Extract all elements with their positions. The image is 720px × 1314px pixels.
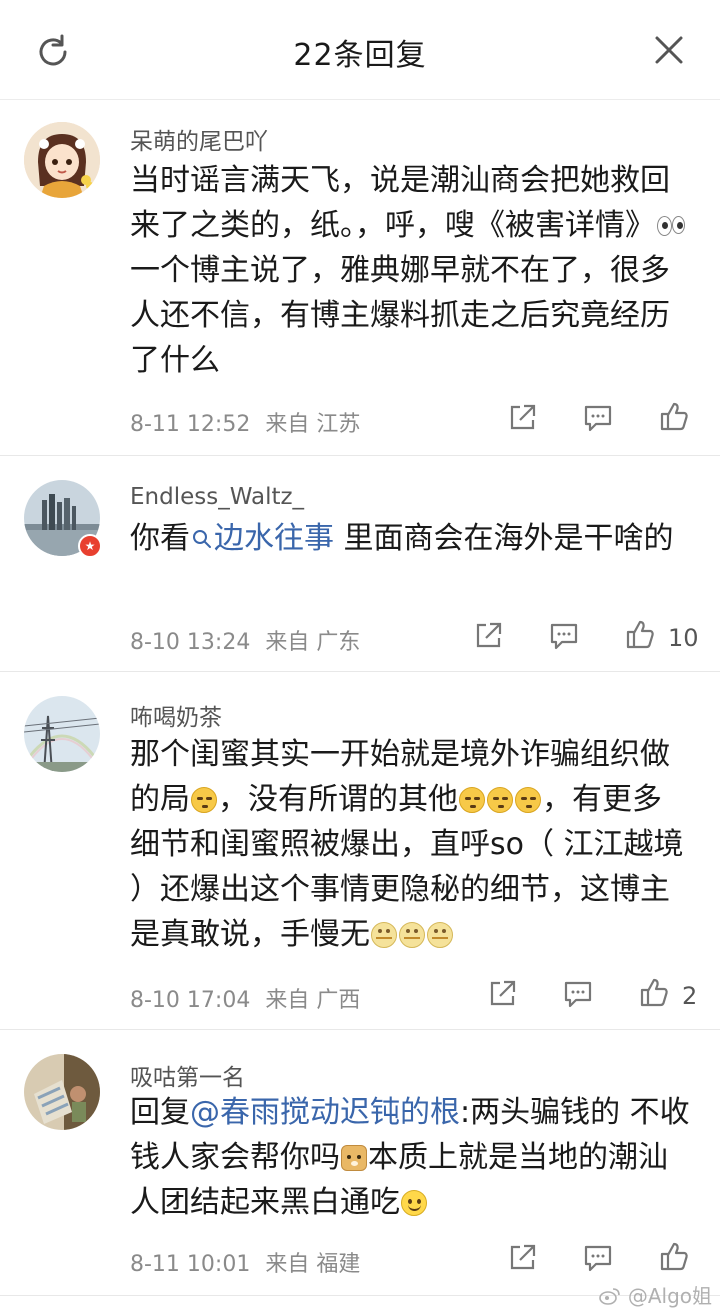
share-icon[interactable] <box>506 1242 538 1274</box>
zipped-mouth-emoji-icon <box>399 922 425 948</box>
like-icon[interactable] <box>658 1240 690 1272</box>
comment-text: 当时谣言满天飞，说是潮汕商会把她救回来了之类的，纸。，呼，嗖《被害详情》 一个博主… <box>130 158 690 383</box>
doge-emoji-icon <box>341 1145 367 1171</box>
zipped-mouth-emoji-icon <box>371 922 397 948</box>
comment-time: 8-11 12:52 <box>130 412 251 437</box>
comment-text: 你看 边水往事 里面商会在海外是干啥的 <box>130 521 674 556</box>
like-icon[interactable] <box>624 618 656 650</box>
like-count: 10 <box>668 624 699 652</box>
reply-comment-icon[interactable] <box>548 620 580 652</box>
comment-item: 吸咕第一名 回复@春雨搅动迟钝的根:两头骗钱的 不收钱人家会帮你吗 本质上就是当地… <box>0 1030 720 1296</box>
search-icon <box>193 530 211 548</box>
header-bar: 22条回复 <box>0 0 720 100</box>
avatar[interactable] <box>24 122 100 198</box>
comment-meta: 8-11 12:52 来自 江苏 <box>130 406 368 438</box>
smirk-emoji-icon <box>487 787 513 813</box>
watermark: @Algo姐 <box>599 1280 712 1309</box>
comment-location: 来自 广东 <box>265 630 361 655</box>
weibo-logo-icon <box>599 1288 621 1305</box>
comment-text: 那个闺蜜其实一开始就是境外诈骗组织做的局 ，没有所谓的其他 ，有更多细节和闺蜜照被爆… <box>130 737 684 952</box>
comment-location: 来自 福建 <box>265 1252 361 1277</box>
mention-link[interactable]: @春雨搅动迟钝的根 <box>190 1095 460 1130</box>
page-title: 22条回复 <box>293 38 427 73</box>
comment-meta: 8-10 17:04 来自 广西 <box>130 982 368 1014</box>
comment-text: 回复@春雨搅动迟钝的根:两头骗钱的 不收钱人家会帮你吗 本质上就是当地的潮汕人团结… <box>130 1095 690 1220</box>
comment-item: 呆萌的尾巴吖 当时谣言满天飞，说是潮汕商会把她救回来了之类的，纸。，呼，嗖《被害… <box>0 100 720 456</box>
comment-item: ★ Endless_Waltz_ 你看 边水往事 里面商会在海外是干啥的 8-10… <box>0 456 720 672</box>
reply-comment-icon[interactable] <box>582 1242 614 1274</box>
share-icon[interactable] <box>472 620 504 652</box>
zipped-mouth-emoji-icon <box>427 922 453 948</box>
smirk-emoji-icon <box>459 787 485 813</box>
comment-location: 来自 江苏 <box>265 412 361 437</box>
verified-badge-icon: ★ <box>78 534 102 558</box>
reply-comment-icon[interactable] <box>582 402 614 434</box>
smirk-emoji-icon <box>191 787 217 813</box>
comment-time: 8-10 13:24 <box>130 630 251 655</box>
share-icon[interactable] <box>486 978 518 1010</box>
comment-meta: 8-10 13:24 来自 广东 <box>130 624 368 656</box>
close-icon[interactable] <box>652 33 686 67</box>
like-icon[interactable] <box>658 400 690 432</box>
comment-username[interactable]: 吸咕第一名 <box>130 1058 245 1092</box>
share-icon[interactable] <box>506 402 538 434</box>
comment-time: 8-11 10:01 <box>130 1252 251 1277</box>
comment-username[interactable]: Endless_Waltz_ <box>130 484 304 510</box>
avatar[interactable] <box>24 1054 100 1130</box>
comment-username[interactable]: 呆萌的尾巴吖 <box>130 122 268 156</box>
comment-username[interactable]: 咘喝奶茶 <box>130 698 222 732</box>
reply-comment-icon[interactable] <box>562 978 594 1010</box>
topic-link[interactable]: 边水往事 <box>190 521 334 556</box>
like-icon[interactable] <box>638 976 670 1008</box>
avatar[interactable] <box>24 696 100 772</box>
comment-location: 来自 广西 <box>265 988 361 1013</box>
smile-emoji-icon <box>401 1190 427 1216</box>
comment-item: 咘喝奶茶 那个闺蜜其实一开始就是境外诈骗组织做的局 ，没有所谓的其他 ，有更多细节和… <box>0 672 720 1030</box>
comment-time: 8-10 17:04 <box>130 988 251 1013</box>
smirk-emoji-icon <box>515 787 541 813</box>
comment-meta: 8-11 10:01 来自 福建 <box>130 1246 368 1278</box>
eyes-emoji-icon <box>656 213 688 239</box>
like-count: 2 <box>682 982 698 1010</box>
